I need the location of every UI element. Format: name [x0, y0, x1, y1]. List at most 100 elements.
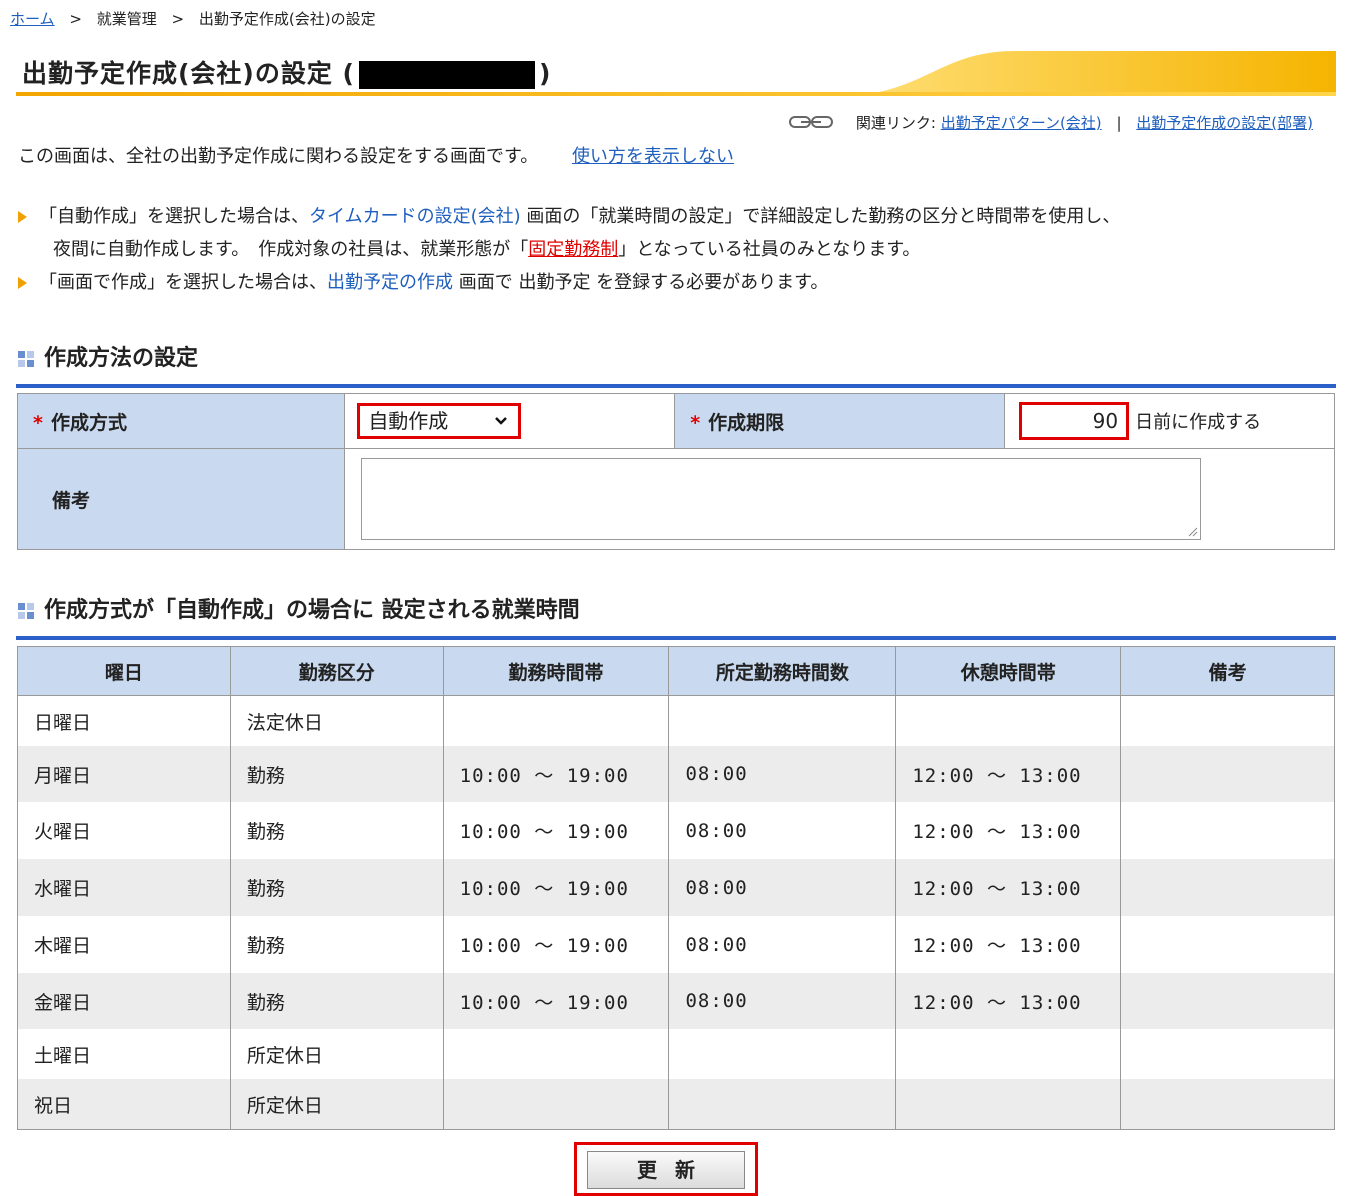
table-row: 土曜日 所定休日: [17, 1029, 1335, 1079]
related-link-pattern[interactable]: 出勤予定パターン(会社): [941, 114, 1102, 132]
link-chain-icon: [789, 115, 834, 133]
table-cell: 08:00: [668, 916, 897, 973]
section-title-method: 作成方法の設定: [18, 340, 198, 372]
table-cell: 月曜日: [17, 746, 231, 802]
deadline-unit: 日前に作成する: [1135, 412, 1262, 433]
table-cell: [1120, 1079, 1335, 1130]
breadcrumb-current: 出勤予定作成(会社)の設定: [198, 10, 376, 28]
table-cell: 所定休日: [229, 1079, 444, 1130]
column-header: 備考: [1120, 646, 1335, 696]
method-select-value: 自動作成: [368, 409, 449, 433]
breadcrumb: ホーム > 就業管理 > 出勤予定作成(会社)の設定: [10, 8, 376, 29]
table-cell: [442, 695, 670, 746]
deadline-value-cell: 90 日前に作成する: [1004, 393, 1335, 449]
table-cell: 所定休日: [229, 1029, 444, 1079]
table-cell: 12:00 ～ 13:00: [895, 802, 1122, 859]
table-cell: [1120, 746, 1335, 802]
table-cell: [1120, 695, 1335, 746]
deadline-label-cell: * 作成期限: [674, 393, 1006, 449]
table-cell: 12:00 ～ 13:00: [895, 746, 1122, 802]
related-links: 関連リンク: 出勤予定パターン(会社) | 出勤予定作成の設定(部署): [789, 112, 1313, 133]
schedule-body: 日曜日 法定休日 月曜日 勤務 10:00 ～ 19:00 08:00 12:00 ～ 13…: [17, 695, 1335, 1130]
note-manual: 「画面で作成」を選択した場合は、出勤予定の作成 画面で 出勤予定 を登録する必要…: [18, 266, 1120, 299]
required-mark: *: [33, 411, 43, 434]
required-mark: *: [690, 411, 701, 434]
table-cell: 火曜日: [17, 802, 231, 859]
table-cell: 勤務: [229, 916, 444, 973]
note-text: 「画面で作成」を選択した場合は、: [39, 272, 327, 293]
table-cell: 法定休日: [229, 695, 444, 746]
table-row: 日曜日 法定休日: [17, 695, 1335, 746]
table-cell: 08:00: [668, 802, 897, 859]
intro: この画面は、全社の出勤予定作成に関わる設定をする画面です。 使い方を表示しない: [18, 142, 734, 168]
column-header: 所定勤務時間数: [668, 646, 897, 696]
breadcrumb-separator: >: [171, 10, 185, 28]
table-cell: [442, 1029, 670, 1079]
timecard-settings-link[interactable]: タイムカードの設定(会社): [309, 206, 521, 227]
table-cell: 10:00 ～ 19:00: [442, 916, 670, 973]
note-text: 」となっている社員のみとなります。: [618, 239, 921, 260]
table-cell: 12:00 ～ 13:00: [895, 916, 1122, 973]
related-links-label: 関連リンク:: [855, 114, 936, 132]
table-cell: 勤務: [229, 859, 444, 916]
table-cell: 土曜日: [17, 1029, 231, 1079]
schedule-create-link[interactable]: 出勤予定の作成: [327, 272, 453, 293]
table-cell: 10:00 ～ 19:00: [442, 859, 670, 916]
section-squares-icon: [18, 351, 36, 367]
breadcrumb-home-link[interactable]: ホーム: [10, 10, 55, 28]
table-cell: [1120, 916, 1335, 973]
note-text: 夜間に自動作成します。 作成対象の社員は、就業形態が「: [53, 239, 529, 260]
table-cell: [442, 1079, 670, 1130]
chevron-down-icon: [494, 406, 508, 447]
memo-label-cell: 備考: [16, 448, 346, 550]
page-title-prefix: 出勤予定作成(会社)の設定 (: [22, 59, 355, 88]
table-cell: [1120, 1029, 1335, 1079]
intro-text: この画面は、全社の出勤予定作成に関わる設定をする画面です。: [18, 146, 539, 167]
redacted-company-name: [358, 61, 535, 89]
memo-label: 備考: [52, 489, 91, 512]
table-cell: [668, 695, 897, 746]
table-row: 金曜日 勤務 10:00 ～ 19:00 08:00 12:00 ～ 13:00: [17, 973, 1335, 1029]
usage-notes: 「自動作成」を選択した場合は、タイムカードの設定(会社) 画面の「就業時間の設定…: [18, 200, 1120, 299]
deadline-days-input[interactable]: 90: [1019, 402, 1130, 440]
table-cell: 08:00: [668, 859, 897, 916]
column-header: 曜日: [17, 646, 231, 696]
memo-textarea[interactable]: [361, 458, 1202, 540]
section-title-schedule: 作成方式が「自動作成」の場合に 設定される就業時間: [18, 592, 580, 624]
table-cell: 08:00: [668, 746, 897, 802]
page-title-suffix: ): [538, 59, 552, 88]
schedule-table: 曜日 勤務区分 勤務時間帯 所定勤務時間数 休憩時間帯 備考 日曜日 法定休日 月曜…: [17, 646, 1335, 1130]
schedule-header-row: 曜日 勤務区分 勤務時間帯 所定勤務時間数 休憩時間帯 備考: [17, 646, 1335, 696]
bullet-triangle-icon: [18, 211, 27, 223]
section-title-text: 作成方式が「自動作成」の場合に 設定される就業時間: [44, 598, 580, 623]
column-header: 勤務区分: [229, 646, 444, 696]
hide-usage-link[interactable]: 使い方を表示しない: [572, 146, 734, 167]
table-cell: 10:00 ～ 19:00: [442, 746, 670, 802]
table-cell: 10:00 ～ 19:00: [442, 973, 670, 1029]
resize-grip-icon[interactable]: [1188, 527, 1198, 537]
note-auto-continued: 夜間に自動作成します。 作成対象の社員は、就業形態が「固定勤務制」となっている社…: [18, 233, 1120, 266]
column-header: 休憩時間帯: [895, 646, 1122, 696]
related-link-department-settings[interactable]: 出勤予定作成の設定(部署): [1136, 114, 1313, 132]
table-cell: [1120, 859, 1335, 916]
note-text: 画面で 出勤予定 を登録する必要があります。: [453, 272, 829, 293]
method-select[interactable]: 自動作成: [357, 403, 522, 439]
table-row: 水曜日 勤務 10:00 ～ 19:00 08:00 12:00 ～ 13:00: [17, 859, 1335, 916]
section-squares-icon: [18, 603, 36, 619]
method-label: 作成方式: [50, 411, 127, 434]
fixed-shift-link[interactable]: 固定勤務制: [528, 239, 618, 260]
update-button[interactable]: 更新: [587, 1151, 745, 1189]
method-label-cell: * 作成方式: [16, 393, 346, 449]
page-title: 出勤予定作成(会社)の設定 (): [22, 54, 551, 90]
table-row: 祝日 所定休日: [17, 1079, 1335, 1130]
note-text: 画面の「就業時間の設定」で詳細設定した勤務の区分と時間帯を使用し、: [520, 206, 1121, 227]
table-cell: [668, 1079, 897, 1130]
update-button-highlight: 更新: [574, 1142, 758, 1196]
table-cell: 日曜日: [17, 695, 231, 746]
table-cell: [895, 695, 1122, 746]
method-value-cell: 自動作成: [344, 393, 676, 449]
note-text: 「自動作成」を選択した場合は、: [39, 206, 309, 227]
column-header: 勤務時間帯: [442, 646, 670, 696]
title-underline: [16, 92, 1336, 96]
section-divider: [16, 384, 1336, 388]
